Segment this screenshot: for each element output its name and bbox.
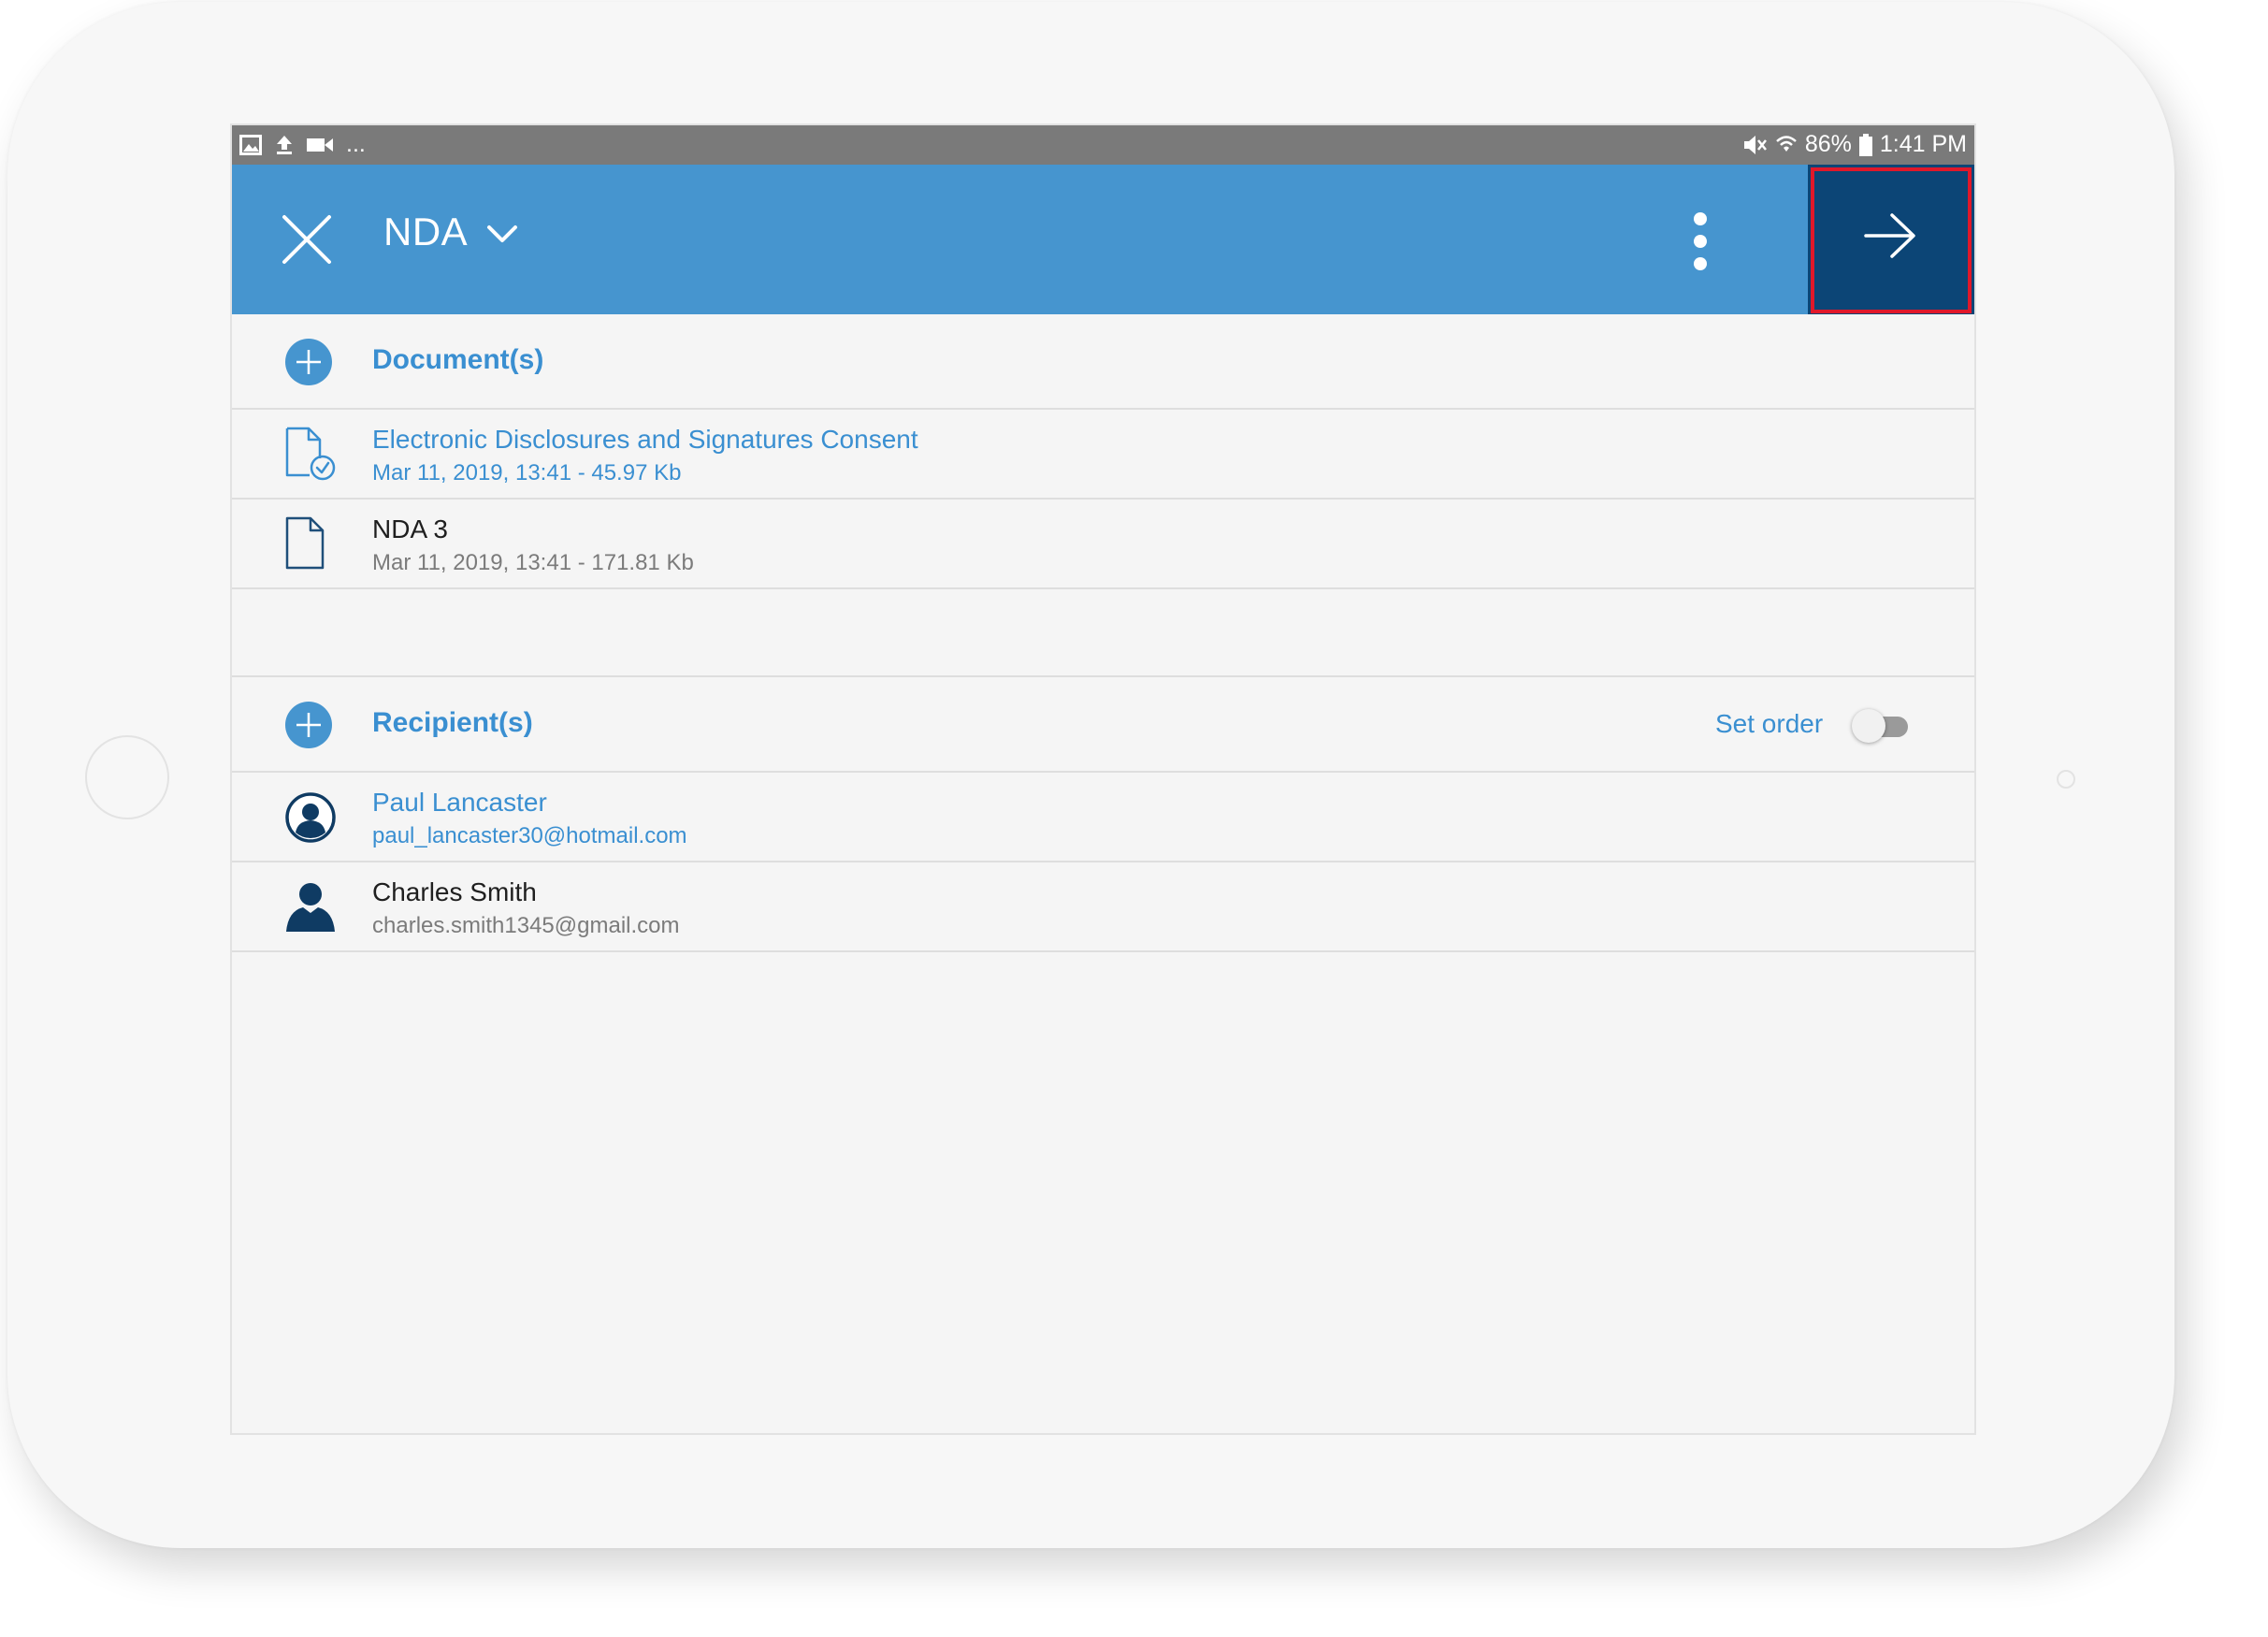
recipient-email: charles.smith1345@gmail.com [372, 913, 680, 938]
recipient-row[interactable]: Charles Smith charles.smith1345@gmail.co… [232, 862, 1974, 952]
status-bar: ... 86% 1:41 PM [232, 125, 1974, 165]
app-bar: NDA [232, 165, 1974, 314]
recipient-email: paul_lancaster30@hotmail.com [372, 823, 687, 848]
app-screen: ... 86% 1:41 PM NDA Document(s) Electron… [230, 123, 1976, 1435]
image-icon [239, 134, 262, 155]
home-button[interactable] [85, 735, 169, 819]
recipient-row[interactable]: Paul Lancaster paul_lancaster30@hotmail.… [232, 773, 1974, 862]
document-row[interactable]: Electronic Disclosures and Signatures Co… [232, 410, 1974, 500]
chevron-down-icon [487, 225, 518, 242]
document-row[interactable]: NDA 3 Mar 11, 2019, 13:41 - 171.81 Kb [232, 500, 1974, 589]
wifi-icon [1775, 134, 1798, 156]
camera-sensor [2057, 770, 2075, 789]
video-icon [307, 137, 333, 153]
status-time: 1:41 PM [1879, 131, 1967, 157]
recipients-section-header: Recipient(s) Set order [232, 677, 1974, 773]
recipients-title: Recipient(s) [372, 707, 533, 738]
document-name: NDA 3 [372, 514, 448, 543]
set-order-label: Set order [1715, 709, 1824, 738]
document-meta: Mar 11, 2019, 13:41 - 45.97 Kb [372, 460, 682, 485]
document-meta: Mar 11, 2019, 13:41 - 171.81 Kb [372, 550, 694, 575]
upload-icon [275, 135, 294, 155]
user-icon [286, 883, 335, 932]
tablet-frame: ... 86% 1:41 PM NDA Document(s) Electron… [7, 2, 2174, 1548]
recipient-name: Charles Smith [372, 877, 537, 906]
battery-icon [1858, 133, 1872, 156]
document-icon [285, 516, 325, 570]
more-vertical-icon [1694, 212, 1707, 270]
add-document-button[interactable] [284, 338, 333, 391]
recipient-name: Paul Lancaster [372, 788, 547, 817]
document-name: Electronic Disclosures and Signatures Co… [372, 425, 918, 454]
toggle-knob [1852, 709, 1885, 743]
more-notifications-indicator: ... [346, 131, 366, 157]
document-check-icon [285, 427, 336, 481]
add-recipient-button[interactable] [284, 701, 333, 754]
arrow-right-icon [1864, 213, 1915, 258]
section-spacer [232, 589, 1974, 677]
plus-circle-icon [285, 702, 332, 748]
documents-title: Document(s) [372, 344, 544, 375]
status-notifications: ... [239, 131, 366, 158]
template-selector[interactable]: NDA [383, 210, 518, 254]
set-order-toggle[interactable] [1852, 709, 1908, 743]
battery-percent: 86% [1804, 131, 1852, 157]
status-system: 86% 1:41 PM [1743, 131, 1967, 158]
plus-circle-icon [285, 339, 332, 385]
next-button[interactable] [1808, 165, 1974, 314]
mute-icon [1743, 134, 1768, 156]
page-title: NDA [383, 210, 469, 254]
close-button[interactable] [281, 213, 333, 266]
more-options-button[interactable] [1682, 211, 1719, 271]
close-icon [282, 215, 331, 264]
user-circle-icon [285, 792, 336, 843]
documents-section-header: Document(s) [232, 314, 1974, 410]
